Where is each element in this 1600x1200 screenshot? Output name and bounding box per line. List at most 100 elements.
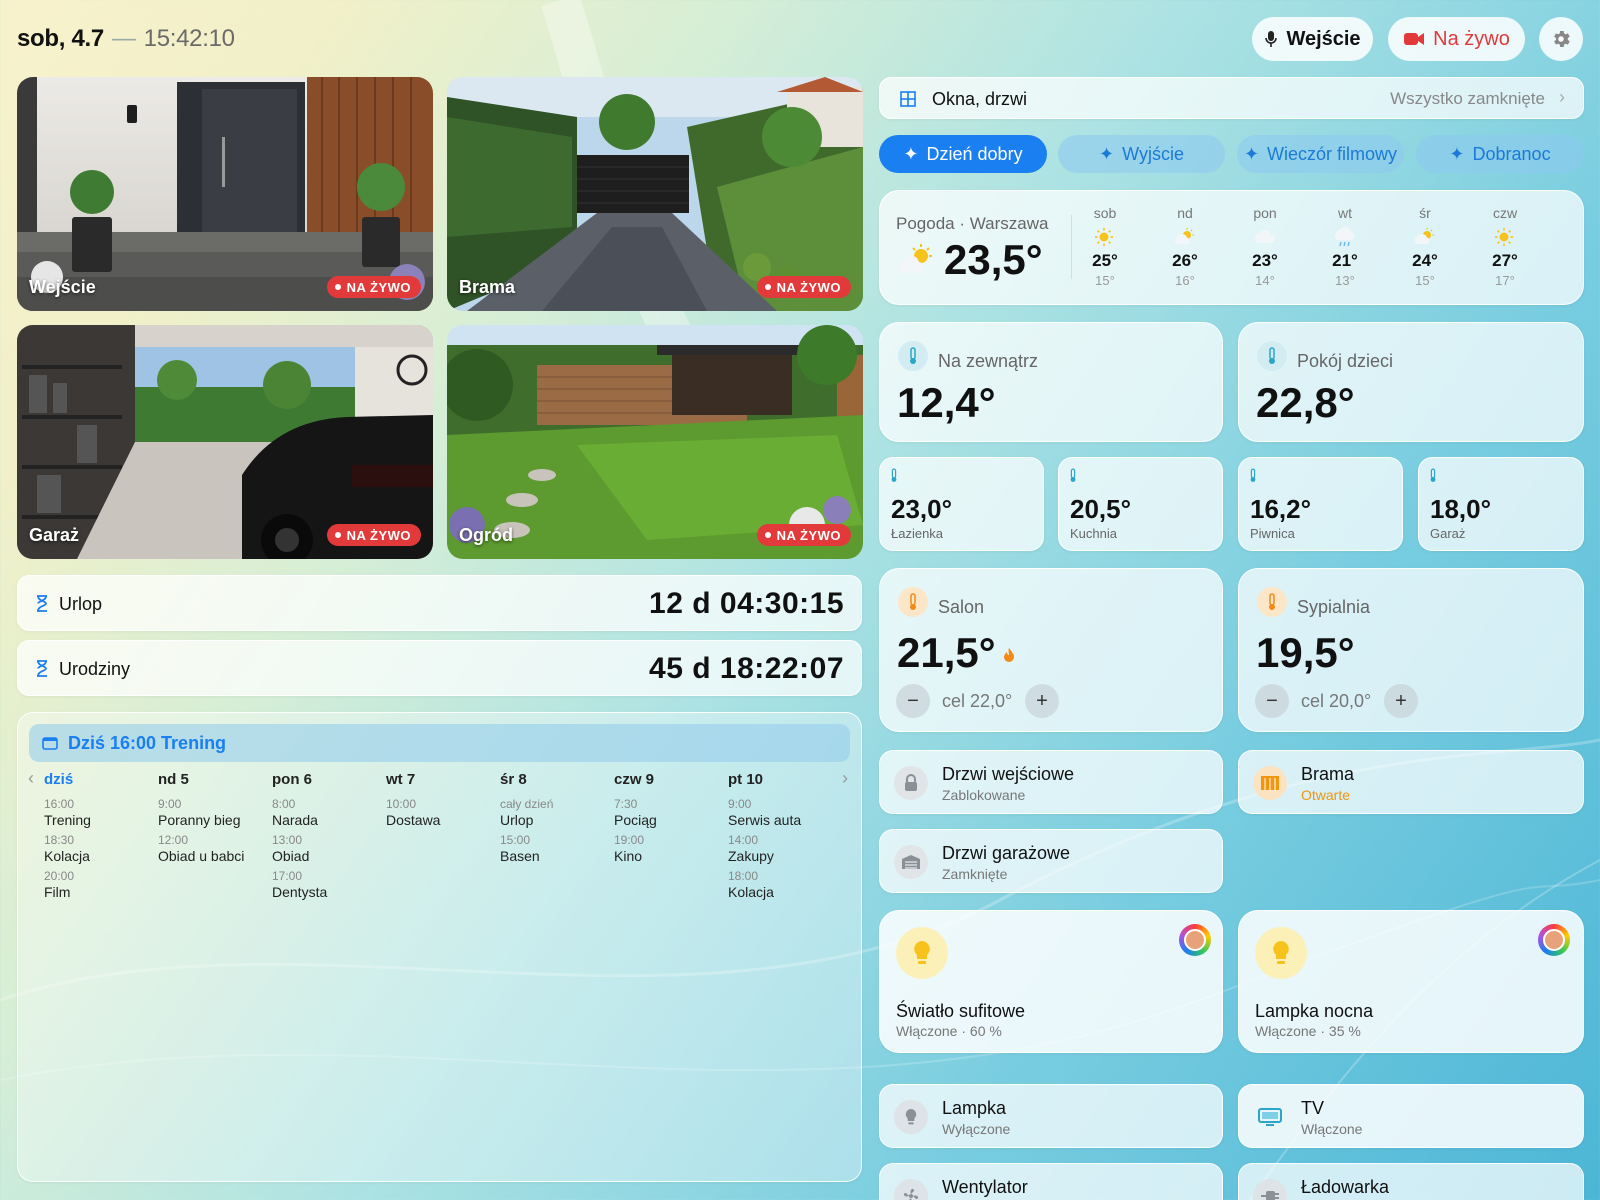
calendar-prev-button[interactable]: ‹ <box>28 768 34 789</box>
garage-door-control[interactable]: Drzwi garażowe Zamknięte <box>879 829 1223 893</box>
calendar-event[interactable]: 16:00 Trening <box>44 797 91 829</box>
cloud-icon <box>1254 227 1276 250</box>
temp-value: 18,0° <box>1430 494 1492 524</box>
temp-bathroom-card[interactable]: 23,0° Łazienka <box>879 457 1044 551</box>
front-door-lock[interactable]: Drzwi wejściowe Zablokowane <box>879 750 1223 814</box>
camera-garage[interactable]: Garaż NA ŻYWO <box>17 325 433 559</box>
calendar-event[interactable]: 17:00 Dentysta <box>272 869 327 901</box>
calendar-event[interactable]: 8:00 Narada <box>272 797 327 829</box>
device-name: Światło sufitowe <box>896 1001 1026 1021</box>
windows-doors-row[interactable]: Okna, drzwi Wszystko zamknięte › <box>879 77 1584 119</box>
scene-good-night-button[interactable]: ✦ Dobranoc <box>1416 135 1584 173</box>
thermostat-value: 19,5° <box>1256 629 1355 676</box>
color-wheel-icon[interactable] <box>1538 924 1570 956</box>
temp-kitchen-card[interactable]: 20,5° Kuchnia <box>1058 457 1223 551</box>
forecast-day: nd 26° 16° <box>1155 205 1215 288</box>
video-camera-icon <box>1404 33 1425 45</box>
calendar-day-label: czw 9 <box>614 771 655 788</box>
camera-entrance[interactable]: Wejście NA ŻYWO <box>17 77 433 311</box>
calendar-banner[interactable]: Dziś 16:00 Trening <box>29 724 850 762</box>
device-name: Drzwi wejściowe <box>942 764 1075 784</box>
calendar-event[interactable]: 9:00 Poranny bieg <box>158 797 244 829</box>
camera-garden[interactable]: Ogród NA ŻYWO <box>447 325 863 559</box>
calendar-day-column[interactable]: nd 5 9:00 Poranny bieg 12:00 Obiad u babci <box>158 771 244 869</box>
lightbulb-off-icon <box>894 1100 928 1134</box>
date-text: sob, 4.7 <box>17 25 104 52</box>
temp-value: 22,8° <box>1256 379 1355 426</box>
event-name: Dostawa <box>386 812 441 828</box>
increase-temp-button[interactable]: + <box>1384 684 1418 718</box>
event-name: Kolacja <box>728 884 774 900</box>
calendar-day-column[interactable]: dziś 16:00 Trening 18:30 Kolacja 20:00 Film <box>44 771 91 905</box>
event-name: Obiad u babci <box>158 848 245 864</box>
entrance-intercom-button[interactable]: Wejście <box>1252 17 1373 61</box>
microphone-icon <box>1265 31 1278 47</box>
temp-garage-card[interactable]: 18,0° Garaż <box>1418 457 1584 551</box>
forecast-day: pon 23° 14° <box>1235 205 1295 288</box>
scene-leave-button[interactable]: ✦ Wyjście <box>1058 135 1225 173</box>
charger-tile[interactable]: Ładowarka <box>1238 1163 1584 1200</box>
live-view-button[interactable]: Na żywo <box>1388 17 1525 61</box>
thermostat-target: cel 22,0° <box>942 691 1013 711</box>
calendar-event[interactable]: 18:30 Kolacja <box>44 833 91 865</box>
calendar-day-column[interactable]: wt 7 10:00 Dostawa <box>386 771 440 833</box>
thermostat-bedroom[interactable]: Sypialnia 19,5° − cel 20,0° + <box>1238 568 1584 732</box>
event-time: 19:00 <box>614 833 645 847</box>
calendar-event[interactable]: 14:00 Zakupy <box>728 833 801 865</box>
ceiling-light-tile[interactable]: Światło sufitowe Włączone · 60 % <box>879 910 1223 1053</box>
calendar-event[interactable]: cały dzień Urlop <box>500 797 553 829</box>
event-time: 12:00 <box>158 833 189 847</box>
thermometer-icon <box>1430 468 1436 482</box>
forecast-day-name: czw <box>1492 205 1518 221</box>
calendar-event[interactable]: 15:00 Basen <box>500 833 553 865</box>
temp-outside-card[interactable]: Na zewnątrz 12,4° <box>879 322 1223 442</box>
thermometer-icon <box>898 341 928 371</box>
temp-basement-card[interactable]: 16,2° Piwnica <box>1238 457 1403 551</box>
decrease-temp-button[interactable]: − <box>896 684 930 718</box>
lamp-tile[interactable]: Lampka Wyłączone <box>879 1084 1223 1148</box>
night-lamp-tile[interactable]: Lampka nocna Włączone · 35 % <box>1238 910 1584 1053</box>
device-name: Drzwi garażowe <box>942 843 1071 863</box>
forecast-low: 16° <box>1175 273 1195 288</box>
event-time: 20:00 <box>44 869 75 883</box>
calendar-event[interactable]: 10:00 Dostawa <box>386 797 440 829</box>
device-name: TV <box>1301 1098 1325 1118</box>
calendar-next-button[interactable]: › <box>842 768 848 789</box>
countdown-vacation[interactable]: Urlop 12 d 04:30:15 <box>17 575 862 631</box>
gate-control[interactable]: Brama Otwarte <box>1238 750 1584 814</box>
calendar-day-label: śr 8 <box>500 771 527 788</box>
calendar-event[interactable]: 19:00 Kino <box>614 833 657 865</box>
thermostat-living-room[interactable]: Salon 21,5° − cel 22,0° + <box>879 568 1223 732</box>
thermometer-icon <box>1257 341 1287 371</box>
color-wheel-icon[interactable] <box>1179 924 1211 956</box>
calendar-event[interactable]: 12:00 Obiad u babci <box>158 833 244 865</box>
calendar-day-column[interactable]: czw 9 7:30 Pociąg 19:00 Kino <box>614 771 657 869</box>
camera-gate[interactable]: Brama NA ŻYWO <box>447 77 863 311</box>
tv-tile[interactable]: TV Włączone <box>1238 1084 1584 1148</box>
calendar-event[interactable]: 13:00 Obiad <box>272 833 327 865</box>
device-state: Wyłączone <box>942 1121 1011 1137</box>
calendar-day-label: wt 7 <box>386 771 416 788</box>
thermometer-icon <box>898 587 928 617</box>
calendar-day-column[interactable]: pt 10 9:00 Serwis auta 14:00 Zakupy 18:00 Kola… <box>728 771 801 905</box>
calendar-event[interactable]: 18:00 Kolacja <box>728 869 801 901</box>
scene-movie-night-button[interactable]: ✦ Wieczór filmowy <box>1237 135 1404 173</box>
temp-value: 23,0° <box>891 494 953 524</box>
sparkle-icon: ✦ <box>1099 143 1115 164</box>
event-name: Film <box>44 884 71 900</box>
scene-good-morning-button[interactable]: ✦ Dzień dobry <box>879 135 1047 173</box>
settings-button[interactable] <box>1539 17 1583 61</box>
calendar-day-column[interactable]: śr 8 cały dzień Urlop 15:00 Basen <box>500 771 553 869</box>
gate-icon <box>1253 766 1287 800</box>
calendar-event[interactable]: 20:00 Film <box>44 869 91 901</box>
temp-kids-room-card[interactable]: Pokój dzieci 22,8° <box>1238 322 1584 442</box>
countdown-birthday[interactable]: Urodziny 45 d 18:22:07 <box>17 640 862 696</box>
fan-tile[interactable]: Wentylator <box>879 1163 1223 1200</box>
calendar-event[interactable]: 7:30 Pociąg <box>614 797 657 829</box>
decrease-temp-button[interactable]: − <box>1255 684 1289 718</box>
calendar-event[interactable]: 9:00 Serwis auta <box>728 797 801 829</box>
increase-temp-button[interactable]: + <box>1025 684 1059 718</box>
calendar-day-column[interactable]: pon 6 8:00 Narada 13:00 Obiad 17:00 Dentysta <box>272 771 327 905</box>
device-name: Ładowarka <box>1301 1177 1390 1197</box>
device-name: Lampka <box>942 1098 1007 1118</box>
